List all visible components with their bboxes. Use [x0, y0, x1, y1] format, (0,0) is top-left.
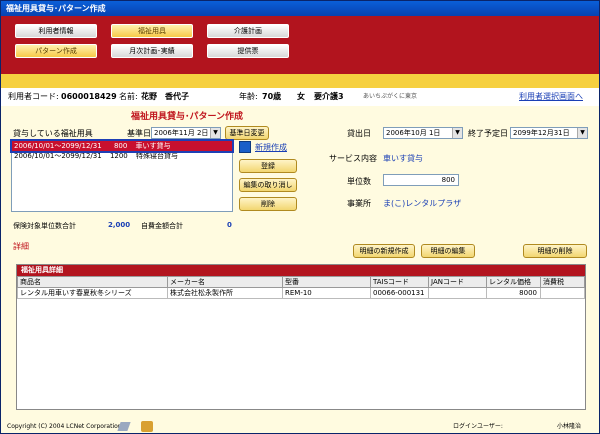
rental-list[interactable]: 2006/10/01～2099/12/31 800 車いす貸与 2006/10/… [10, 139, 234, 212]
cell-jan [428, 287, 487, 299]
list-item[interactable]: 2006/10/01～2099/12/31 1200 特殊寝台貸与 [12, 151, 232, 161]
base-date-select[interactable]: 2006年11月 2日 ▼ [151, 127, 221, 139]
units-label: 単位数 [347, 177, 371, 186]
rental-list-title: 貸与している福祉用具 [13, 129, 93, 138]
insured-total-label: 保険対象単位数合計 [13, 222, 76, 230]
new-create-link[interactable]: 新規作成 [255, 142, 287, 153]
gender: 女 [297, 92, 305, 101]
tool-icon [117, 422, 131, 431]
nav-pattern-create[interactable]: パターン作成 [15, 44, 97, 58]
cell-tax [540, 287, 585, 299]
start-date-select[interactable]: 2006年10月 1日 ▼ [383, 127, 463, 139]
footer: Copyright (C) 2004 LCNet Corporation ログイ… [1, 419, 599, 434]
item-name: 特殊寝台貸与 [136, 152, 178, 160]
nav-care-plan[interactable]: 介護計画 [207, 24, 289, 38]
item-units: 1200 [109, 152, 128, 160]
age-label: 年齢: [239, 92, 258, 101]
page-title: 福祉用具貸与･パターン作成 [131, 112, 244, 122]
register-button[interactable]: 登録 [239, 159, 297, 173]
user-code: 0600018429 [61, 92, 117, 101]
nav-service-slip[interactable]: 提供票 [207, 44, 289, 58]
detail-edit-button[interactable]: 明細の編集 [421, 244, 475, 258]
new-document-icon[interactable] [239, 141, 251, 153]
item-period: 2006/10/01～2099/12/31 [14, 142, 102, 150]
detail-table-title: 福祉用具詳細 [17, 265, 585, 276]
cell-product-name: レンタル用車いす春夏秋冬シリーズ [17, 287, 168, 299]
self-pay-label: 自費金額合計 [141, 222, 183, 230]
window-title: 福祉用具貸与･パターン作成 [1, 1, 599, 16]
list-item[interactable]: 2006/10/01～2099/12/31 800 車いす貸与 [10, 139, 234, 153]
cancel-edit-button[interactable]: 編集の取り消し [239, 178, 297, 192]
cell-rental-price: 8000 [486, 287, 541, 299]
office-label: 事業所 [347, 199, 371, 208]
detail-table: 商品名 メーカー名 型番 TAISコード JANコード レンタル価格 消費税 レ… [17, 276, 585, 299]
user-office: あいちぷがくに東京 [363, 93, 418, 100]
nav-monthly-plan[interactable]: 月次計画･実績 [111, 44, 193, 58]
col-tais: TAISコード [370, 276, 429, 288]
col-tax: 消費税 [540, 276, 585, 288]
dropdown-arrow-icon: ▼ [452, 128, 462, 138]
start-date-label: 貸出日 [347, 129, 371, 138]
delete-button[interactable]: 削除 [239, 197, 297, 211]
col-maker: メーカー名 [167, 276, 283, 288]
insured-total-value: 2,000 [108, 221, 131, 229]
cell-tais: 00066-000131 [370, 287, 429, 299]
base-date-label: 基準日 [127, 129, 151, 138]
units-input[interactable]: 800 [383, 174, 459, 186]
login-user: 小林隆治 [557, 423, 582, 430]
care-level: 要介護3 [314, 92, 344, 101]
user-code-label: 利用者コード: [8, 92, 59, 101]
nav-welfare-equipment[interactable]: 福祉用具 [111, 24, 193, 38]
service-label: サービス内容 [329, 154, 377, 163]
col-jan: JANコード [428, 276, 487, 288]
dropdown-arrow-icon: ▼ [210, 128, 220, 138]
user-select-link[interactable]: 利用者選択画面へ [519, 88, 583, 106]
user-name: 花野 香代子 [141, 92, 189, 101]
office-value: ま(こ)レンタルプラザ [383, 199, 462, 208]
base-date-change-button[interactable]: 基準日変更 [225, 126, 269, 140]
copyright: Copyright (C) 2004 LCNet Corporation [7, 423, 122, 430]
app-window: 福祉用具貸与･パターン作成 利用者情報 福祉用具 介護計画 パターン作成 月次計… [0, 0, 600, 434]
service-value: 車いす貸与 [383, 154, 423, 163]
dropdown-arrow-icon: ▼ [577, 128, 587, 138]
book-icon [141, 421, 153, 432]
detail-new-button[interactable]: 明細の新規作成 [353, 244, 415, 258]
base-date-value: 2006年11月 2日 [154, 129, 209, 137]
self-pay-value: 0 [227, 221, 232, 229]
cell-model: REM-10 [282, 287, 371, 299]
end-date-select[interactable]: 2099年12月31日 ▼ [510, 127, 588, 139]
main-nav: 利用者情報 福祉用具 介護計画 パターン作成 月次計画･実績 提供票 [1, 16, 599, 88]
item-period: 2006/10/01～2099/12/31 [14, 152, 102, 160]
col-product-name: 商品名 [17, 276, 168, 288]
col-rental-price: レンタル価格 [486, 276, 541, 288]
nav-strip [1, 74, 599, 88]
item-name: 車いす貸与 [135, 142, 171, 150]
login-user-label: ログインユーザー: [453, 423, 503, 430]
detail-delete-button[interactable]: 明細の削除 [523, 244, 587, 258]
end-date-value: 2099年12月31日 [513, 129, 570, 137]
table-row[interactable]: レンタル用車いす春夏秋冬シリーズ 株式会社松永製作所 REM-10 00066-… [17, 287, 585, 299]
table-header-row: 商品名 メーカー名 型番 TAISコード JANコード レンタル価格 消費税 [17, 276, 585, 288]
age-value: 70歳 [262, 92, 282, 101]
user-info-bar: 利用者コード: 0600018429 名前: 花野 香代子 年齢: 70歳 女 … [1, 88, 599, 106]
col-model: 型番 [282, 276, 371, 288]
item-units: 800 [113, 142, 128, 150]
user-name-label: 名前: [119, 92, 138, 101]
nav-user-info[interactable]: 利用者情報 [15, 24, 97, 38]
cell-maker: 株式会社松永製作所 [167, 287, 283, 299]
end-date-label: 終了予定日 [468, 129, 508, 138]
start-date-value: 2006年10月 1日 [386, 129, 441, 137]
detail-section-label: 詳細 [13, 242, 29, 251]
detail-panel: 福祉用具詳細 商品名 メーカー名 型番 TAISコード JANコード レンタル価… [16, 264, 586, 410]
